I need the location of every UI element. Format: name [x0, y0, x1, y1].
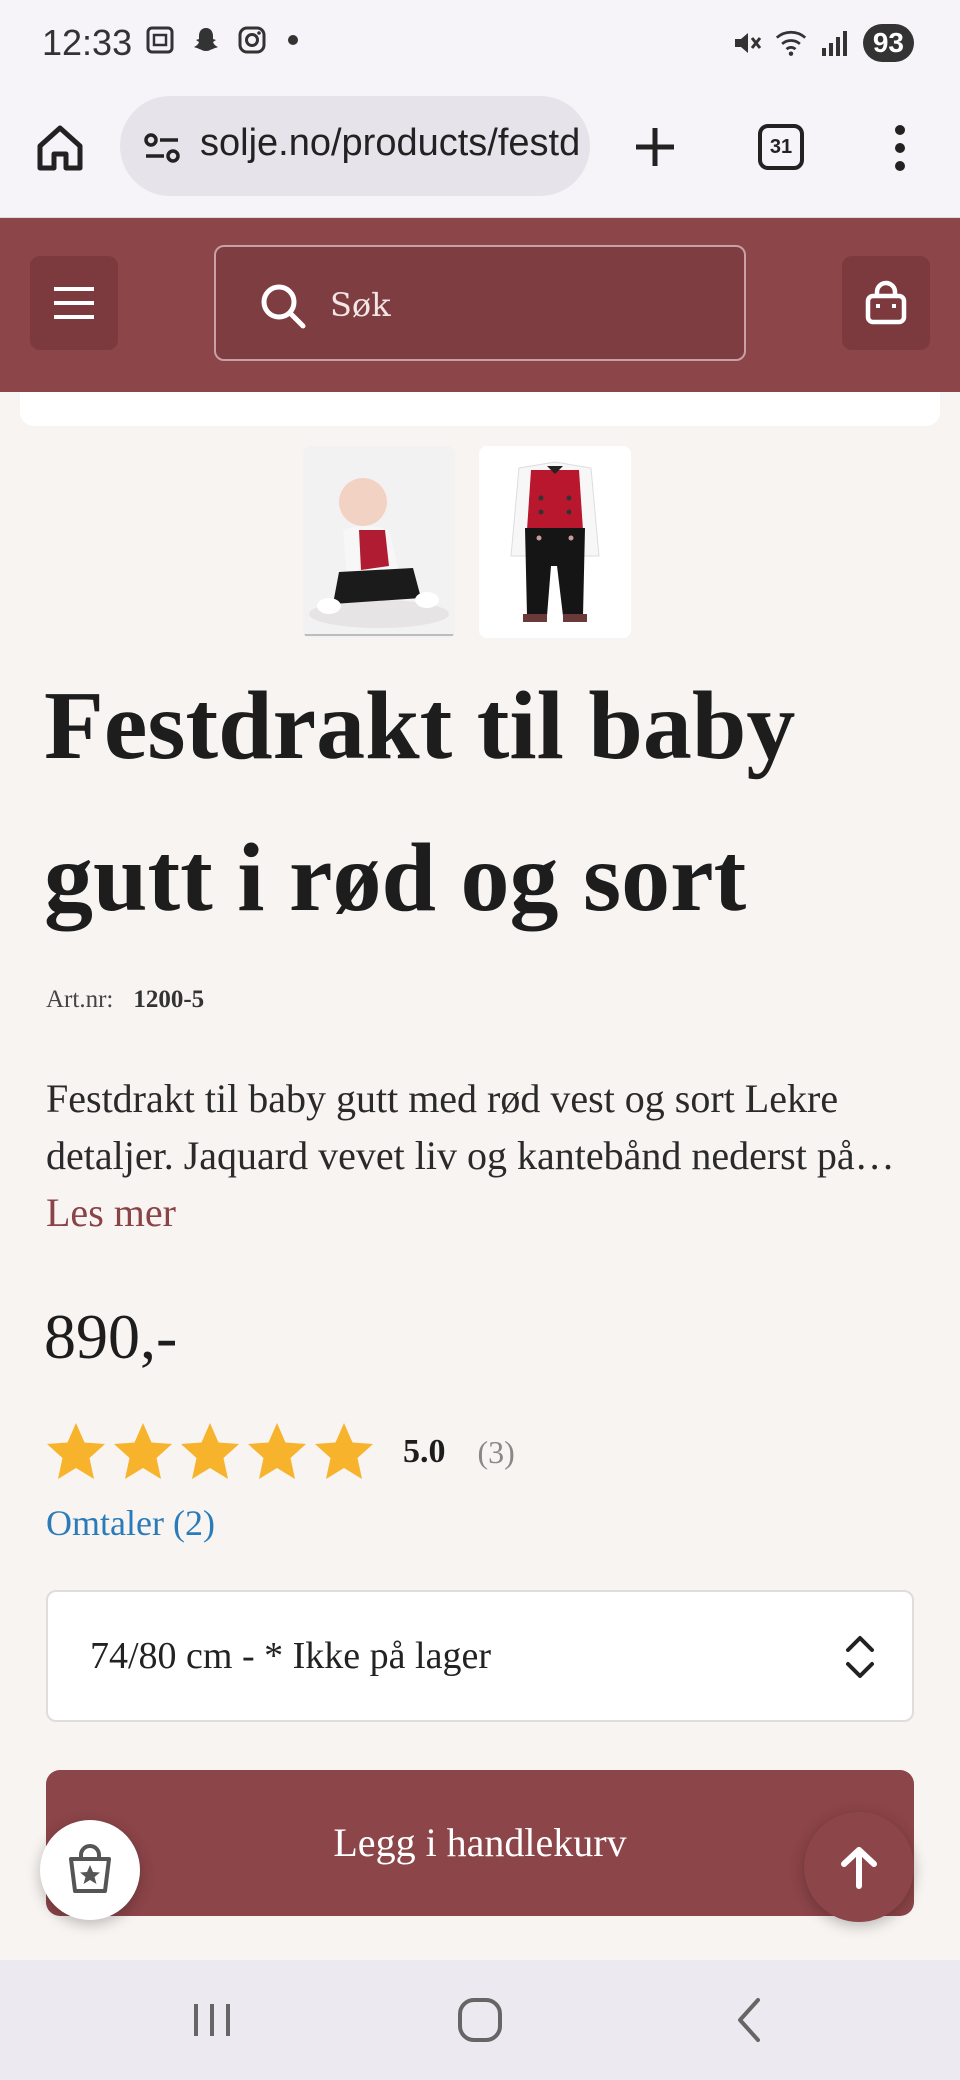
screenshot-icon: [144, 24, 176, 56]
chevron-up-down-icon: [846, 1636, 874, 1678]
back-button[interactable]: [720, 1990, 780, 2050]
add-to-cart-label: Legg i handlekurv: [333, 1820, 627, 1865]
star-icon: [114, 1423, 172, 1479]
article-number-value: 1200-5: [133, 986, 205, 1013]
gallery-container-edge: [20, 392, 940, 426]
home-button[interactable]: [32, 120, 88, 176]
site-header: [0, 218, 960, 392]
mute-icon: [731, 27, 763, 59]
reviews-widget-button[interactable]: [40, 1820, 140, 1920]
size-select[interactable]: 74/80 cm - * Ikke på lager: [46, 1590, 914, 1722]
signal-icon: [819, 27, 851, 59]
tab-switcher-button[interactable]: 31: [758, 124, 804, 170]
instagram-icon: [236, 24, 268, 56]
hamburger-icon: [54, 287, 94, 319]
cart-button[interactable]: [842, 256, 930, 350]
notification-dot-icon: [288, 35, 298, 45]
recent-apps-button[interactable]: [182, 1990, 242, 2050]
star-icon: [181, 1423, 239, 1479]
product-description: Festdrakt til baby gutt med rød vest og …: [46, 1070, 926, 1241]
menu-button[interactable]: [30, 256, 118, 350]
home-icon: [37, 125, 83, 171]
add-to-cart-button[interactable]: Legg i handlekurv: [46, 1770, 914, 1916]
home-circle-icon: [458, 1998, 502, 2042]
baby-photo-image: [303, 446, 455, 638]
system-navigation-bar: [0, 1960, 960, 2080]
rating-value: 5.0: [403, 1433, 446, 1470]
snapchat-icon: [190, 24, 222, 56]
rating-row: 5.0 (3): [44, 1420, 515, 1484]
search-icon: [261, 284, 306, 329]
star-bag-icon: [69, 1844, 111, 1893]
read-more-link[interactable]: Les mer: [46, 1184, 926, 1241]
recent-apps-icon: [194, 2004, 230, 2036]
product-title: Festdrakt til baby gutt i rød og sort: [44, 672, 796, 932]
product-thumbnail-2[interactable]: [479, 446, 631, 638]
size-selected-value: 74/80 cm - * Ikke på lager: [90, 1635, 491, 1677]
new-tab-button[interactable]: [630, 122, 680, 172]
more-vertical-icon: [895, 125, 905, 171]
search-input[interactable]: [330, 277, 710, 333]
search-box[interactable]: [214, 245, 746, 361]
status-bar: 12:33 93: [0, 0, 960, 92]
browser-toolbar: solje.no/products/festdrakt 31: [0, 92, 960, 218]
arrow-up-icon: [841, 1847, 877, 1889]
battery-level: 93: [862, 24, 914, 62]
plus-icon: [636, 128, 674, 166]
browser-menu-button[interactable]: [880, 118, 920, 178]
star-icon: [248, 1423, 306, 1479]
reviews-link[interactable]: Omtaler (2): [46, 1502, 215, 1544]
article-number-row: Art.nr: 1200-5: [46, 986, 204, 1014]
star-icon: [315, 1423, 373, 1479]
address-bar[interactable]: solje.no/products/festdrakt: [120, 96, 590, 196]
description-text: Festdrakt til baby gutt med rød vest og …: [46, 1076, 855, 1178]
rating-count: (3): [477, 1433, 515, 1470]
wifi-icon: [775, 27, 807, 59]
url-text[interactable]: solje.no/products/festdrakt: [200, 122, 580, 165]
status-time: 12:33: [42, 22, 133, 63]
home-nav-button[interactable]: [450, 1990, 510, 2050]
site-settings-icon[interactable]: [142, 128, 182, 168]
star-icon: [47, 1423, 105, 1479]
article-number-label: Art.nr:: [46, 986, 114, 1013]
product-price: 890,-: [44, 1301, 178, 1372]
product-thumbnail-1[interactable]: [303, 446, 455, 638]
scroll-to-top-button[interactable]: [804, 1812, 914, 1922]
back-icon: [738, 1998, 760, 2042]
shopping-bag-icon: [865, 280, 907, 325]
outfit-photo-image: [479, 446, 631, 638]
